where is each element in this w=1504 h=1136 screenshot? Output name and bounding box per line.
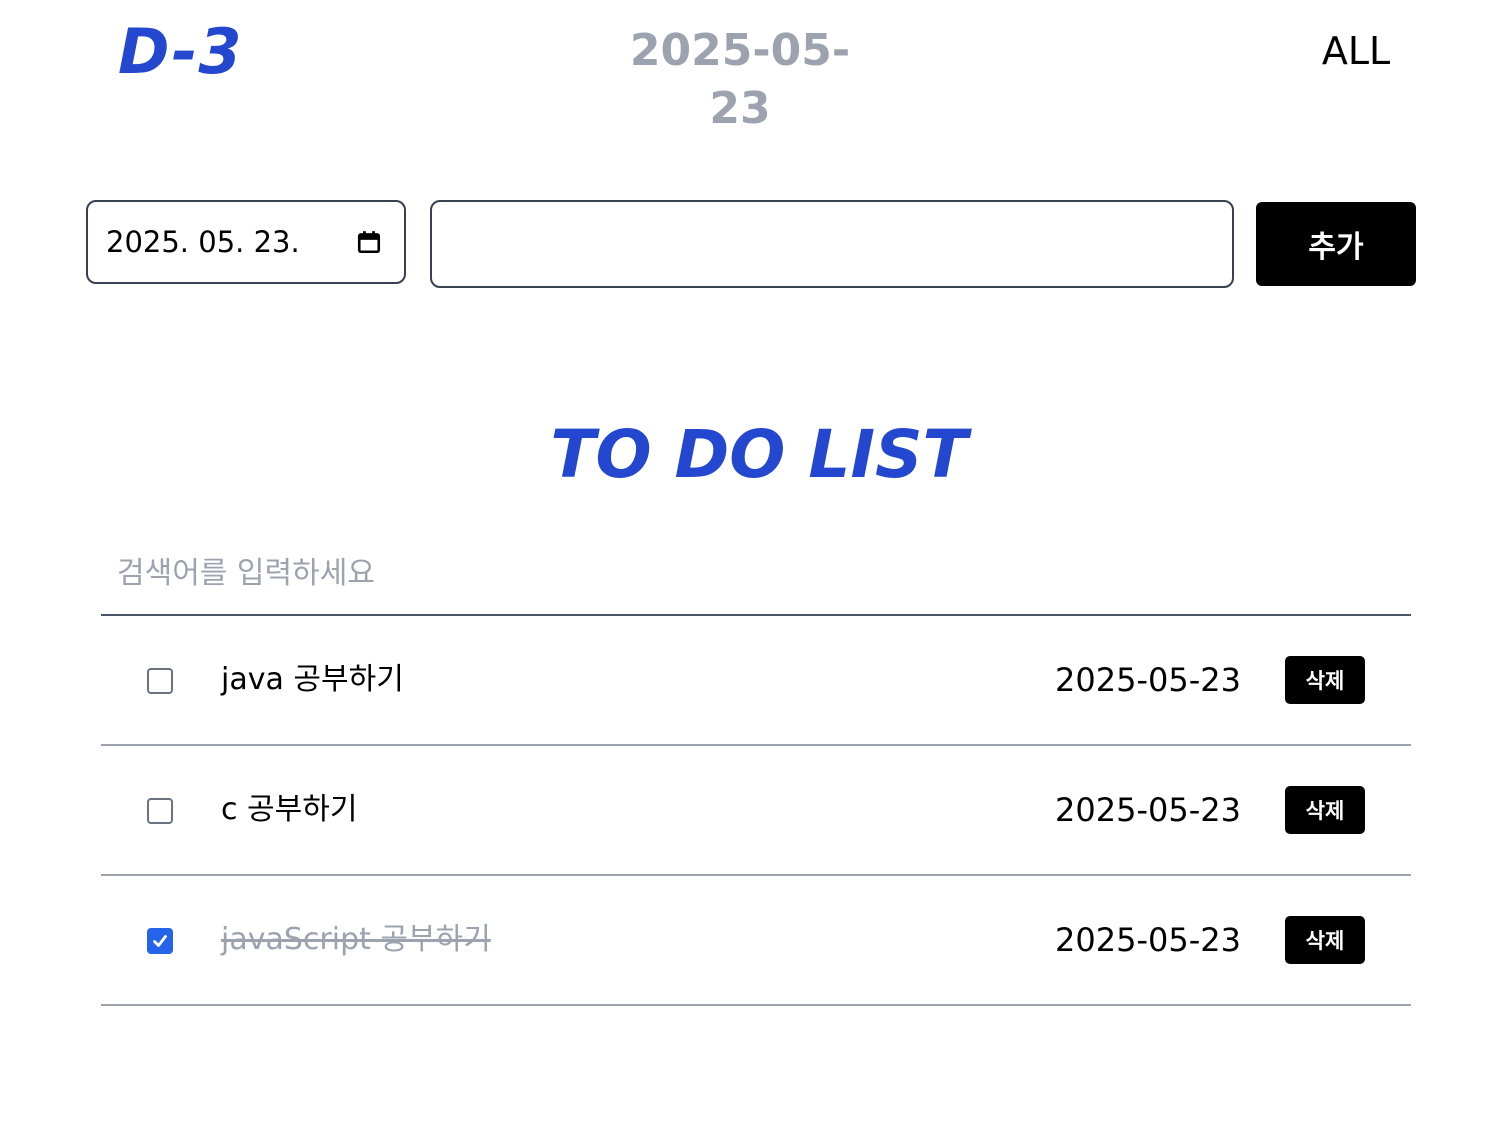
todo-item: c 공부하기 2025-05-23 삭제: [101, 746, 1411, 876]
date-input-value: 2025. 05. 23.: [106, 225, 300, 259]
todo-input[interactable]: [430, 200, 1234, 288]
header-date: 2025-05-23: [629, 25, 851, 134]
search-input[interactable]: 검색어를 입력하세요: [101, 548, 1411, 616]
todo-checkbox-checked[interactable]: [147, 928, 173, 954]
todo-date: 2025-05-23: [1055, 661, 1241, 699]
delete-button[interactable]: 삭제: [1285, 916, 1365, 964]
date-input[interactable]: 2025. 05. 23.: [86, 200, 406, 284]
delete-button[interactable]: 삭제: [1285, 656, 1365, 704]
filter-all-button[interactable]: ALL: [1300, 24, 1412, 78]
todo-date: 2025-05-23: [1055, 791, 1241, 829]
todo-text: javaScript 공부하기: [221, 922, 491, 957]
calendar-icon[interactable]: [356, 229, 382, 255]
todo-text: java 공부하기: [221, 662, 404, 697]
todo-checkbox[interactable]: [147, 798, 173, 824]
todo-text: c 공부하기: [221, 792, 358, 827]
todo-date: 2025-05-23: [1055, 921, 1241, 959]
search-placeholder: 검색어를 입력하세요: [117, 556, 375, 591]
check-icon: [153, 935, 167, 947]
delete-button[interactable]: 삭제: [1285, 786, 1365, 834]
todo-list: java 공부하기 2025-05-23 삭제 c 공부하기 2025-05-2…: [101, 616, 1411, 1006]
add-button[interactable]: 추가: [1256, 202, 1416, 286]
header: D-3 2025-05-23 ALL: [0, 0, 1504, 134]
list-title: TO DO LIST: [550, 416, 968, 493]
todo-item: javaScript 공부하기 2025-05-23 삭제: [101, 876, 1411, 1006]
todo-checkbox[interactable]: [147, 668, 173, 694]
logo: D-3: [118, 15, 243, 88]
todo-item: java 공부하기 2025-05-23 삭제: [101, 616, 1411, 746]
